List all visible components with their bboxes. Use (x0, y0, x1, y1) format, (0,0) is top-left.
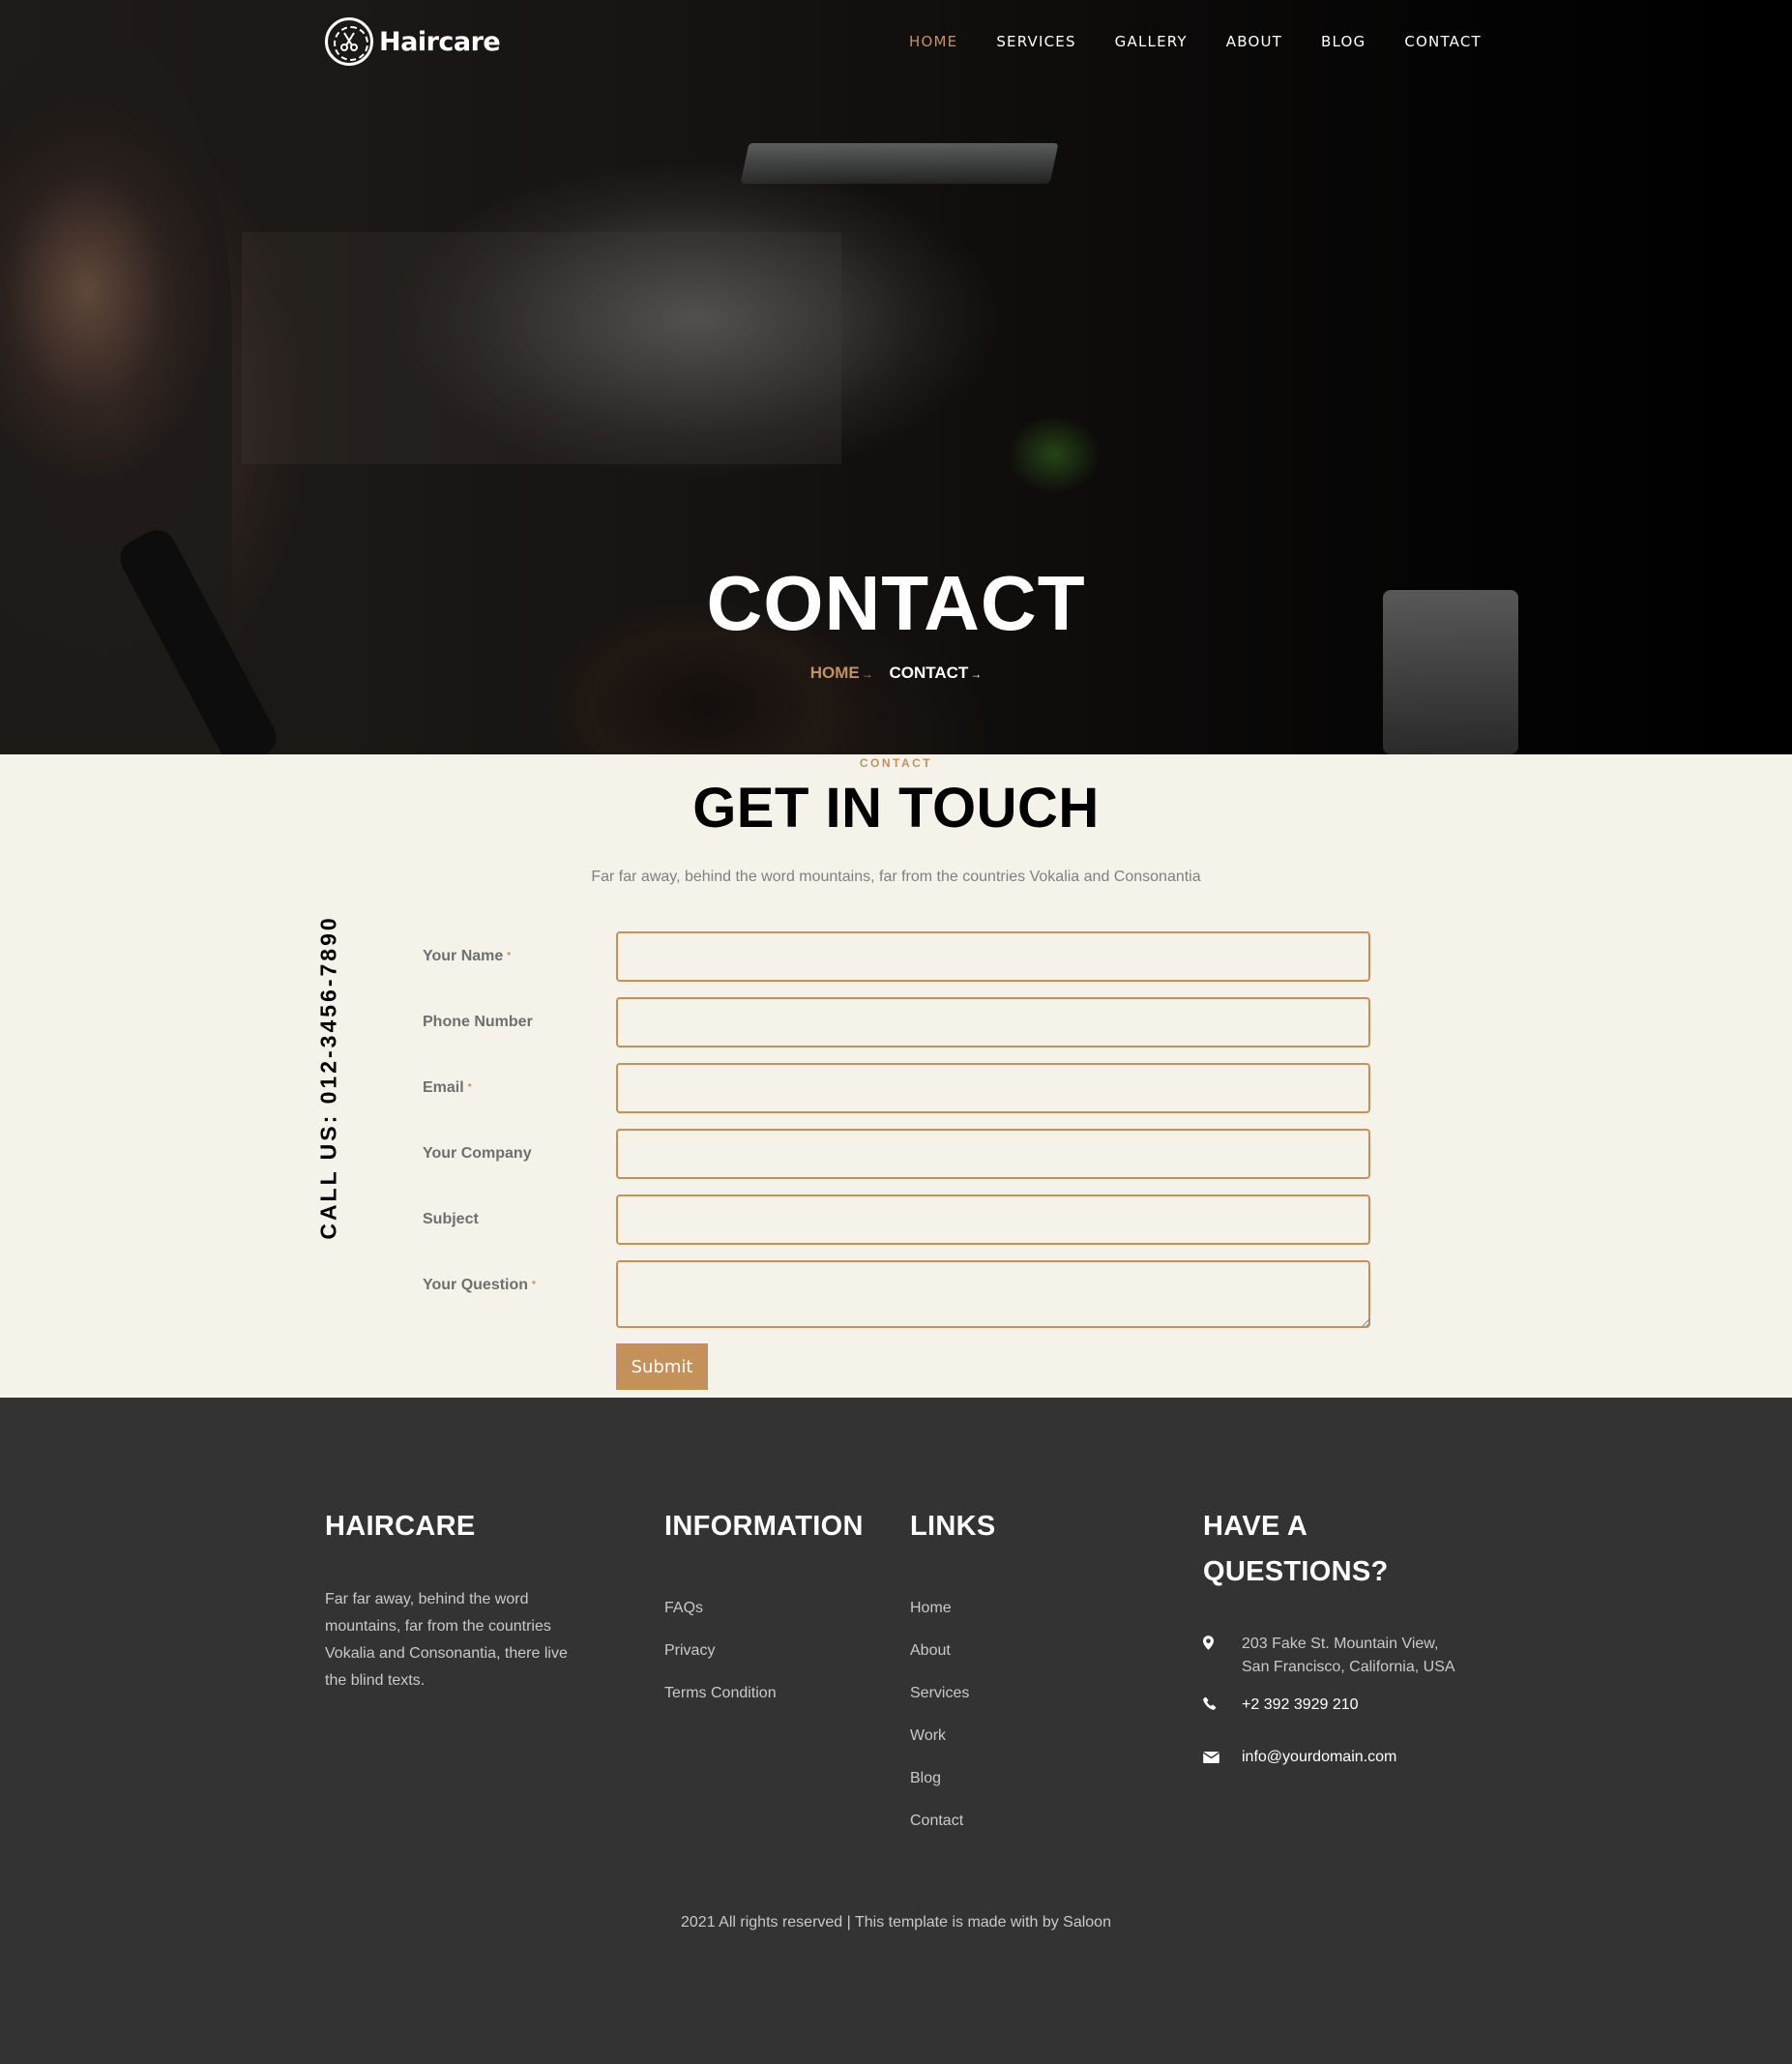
arrow-right-icon: → (970, 667, 983, 681)
footer-link-blog[interactable]: Blog (910, 1770, 941, 1787)
required-marker: * (532, 1280, 536, 1290)
footer-heading-links: LINKS (910, 1511, 996, 1542)
required-marker: * (467, 1082, 472, 1093)
nav-item-services[interactable]: SERVICES (996, 33, 1075, 50)
top-navigation: Haircare HOME SERVICES GALLERY ABOUT BLO… (0, 0, 1792, 83)
footer-heading-haircare: HAIRCARE (325, 1511, 476, 1542)
form-row-email: Email * (423, 1063, 1370, 1113)
breadcrumb-current: CONTACT → (889, 663, 982, 682)
footer-address-line2: San Francisco, California, USA (1242, 1659, 1455, 1675)
field-label-phone: Phone Number (423, 1014, 533, 1031)
question-textarea[interactable] (616, 1260, 1370, 1328)
envelope-icon (1202, 1751, 1220, 1768)
field-label-company: Your Company (423, 1145, 532, 1163)
copyright-text: 2021 All rights reserved | This template… (681, 1914, 1111, 1931)
footer-address-line1: 203 Fake St. Mountain View, (1242, 1636, 1439, 1652)
field-label-question-text: Your Question (423, 1277, 529, 1293)
nav-item-contact[interactable]: CONTACT (1404, 33, 1482, 50)
field-label-question: Your Question * (423, 1277, 536, 1294)
footer-address-text: 203 Fake St. Mountain View, San Francisc… (1242, 1633, 1455, 1679)
phone-icon (1203, 1696, 1217, 1715)
footer-heading-questions: HAVE A QUESTIONS? (1203, 1504, 1389, 1595)
footer-link-services[interactable]: Services (910, 1685, 969, 1702)
nav-item-home[interactable]: HOME (909, 33, 957, 50)
scissors-logo-icon (325, 17, 373, 66)
main-menu: HOME SERVICES GALLERY ABOUT BLOG CONTACT (890, 0, 1501, 83)
section-title: GET IN TOUCH (692, 777, 1100, 840)
nav-item-blog[interactable]: BLOG (1321, 33, 1366, 50)
section-eyebrow: CONTACT (859, 756, 933, 770)
footer-link-home[interactable]: Home (910, 1600, 952, 1617)
footer-link-about[interactable]: About (910, 1642, 951, 1660)
call-us-text: CALL US: 012-3456-7890 (315, 915, 341, 1240)
hero-banner: Haircare HOME SERVICES GALLERY ABOUT BLO… (0, 0, 1792, 754)
arrow-right-icon: → (861, 667, 873, 681)
nav-item-about[interactable]: ABOUT (1226, 33, 1282, 50)
form-row-company: Your Company (423, 1129, 1370, 1179)
section-subtitle: Far far away, behind the word mountains,… (591, 869, 1201, 885)
site-logo[interactable]: Haircare (325, 17, 501, 66)
footer-link-privacy[interactable]: Privacy (664, 1642, 715, 1660)
name-input[interactable] (616, 931, 1370, 982)
footer-phone-text[interactable]: +2 392 3929 210 (1242, 1694, 1359, 1717)
field-label-subject-text: Subject (423, 1211, 479, 1227)
company-input[interactable] (616, 1129, 1370, 1179)
breadcrumb: HOME → CONTACT → (0, 663, 1792, 683)
site-footer: HAIRCARE Far far away, behind the word m… (0, 1398, 1792, 2064)
footer-heading-questions-line1: HAVE A (1203, 1511, 1308, 1542)
field-label-email-text: Email (423, 1079, 464, 1096)
logo-text: Haircare (379, 26, 501, 57)
footer-link-terms[interactable]: Terms Condition (664, 1685, 777, 1702)
field-label-name-text: Your Name (423, 948, 504, 964)
form-row-name: Your Name * (423, 931, 1370, 982)
footer-about-text: Far far away, behind the word mountains,… (325, 1591, 568, 1689)
breadcrumb-current-label: CONTACT (889, 663, 969, 682)
footer-link-faqs[interactable]: FAQs (664, 1600, 703, 1617)
footer-email-text[interactable]: info@yourdomain.com (1242, 1746, 1396, 1769)
required-marker: * (507, 951, 512, 961)
phone-input[interactable] (616, 997, 1370, 1047)
footer-heading-questions-line2: QUESTIONS? (1203, 1556, 1389, 1587)
footer-heading-information: INFORMATION (664, 1511, 864, 1542)
subject-input[interactable] (616, 1194, 1370, 1245)
footer-link-contact[interactable]: Contact (910, 1813, 963, 1830)
footer-link-work[interactable]: Work (910, 1727, 946, 1745)
field-label-phone-text: Phone Number (423, 1014, 533, 1030)
field-label-email: Email * (423, 1079, 472, 1097)
breadcrumb-home[interactable]: HOME → (810, 663, 873, 682)
page-title: CONTACT (706, 560, 1086, 646)
field-label-name: Your Name * (423, 948, 511, 965)
form-row-subject: Subject (423, 1194, 1370, 1245)
field-label-subject: Subject (423, 1211, 479, 1228)
breadcrumb-home-label: HOME (809, 663, 860, 682)
field-label-company-text: Your Company (423, 1145, 532, 1162)
form-row-phone: Phone Number (423, 997, 1370, 1047)
submit-button[interactable]: Submit (616, 1343, 708, 1390)
resize-handle-icon[interactable] (1363, 1318, 1370, 1326)
form-row-question: Your Question * (423, 1260, 1370, 1328)
nav-item-gallery[interactable]: GALLERY (1115, 33, 1188, 50)
map-pin-icon (1203, 1636, 1214, 1655)
contact-section: CONTACT GET IN TOUCH Far far away, behin… (0, 754, 1792, 1398)
email-input[interactable] (616, 1063, 1370, 1113)
